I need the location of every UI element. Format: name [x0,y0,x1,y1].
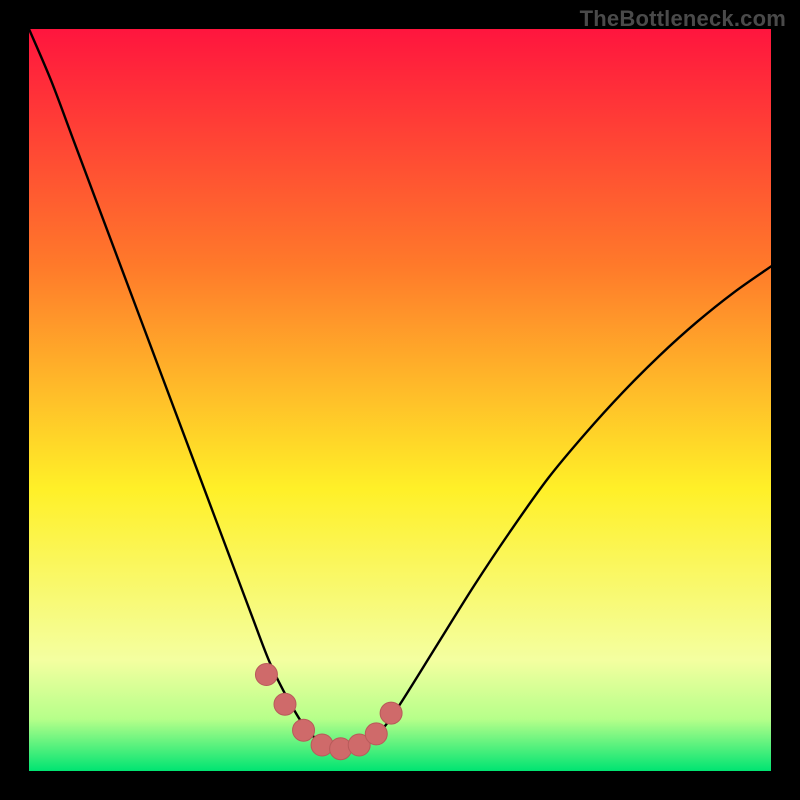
watermark-text: TheBottleneck.com [580,6,786,32]
marker-point [365,723,387,745]
chart-stage: TheBottleneck.com [0,0,800,800]
marker-point [255,664,277,686]
marker-point [293,719,315,741]
marker-point [274,693,296,715]
plot-area [29,29,771,771]
gradient-background [29,29,771,771]
bottleneck-chart [29,29,771,771]
marker-point [380,702,402,724]
